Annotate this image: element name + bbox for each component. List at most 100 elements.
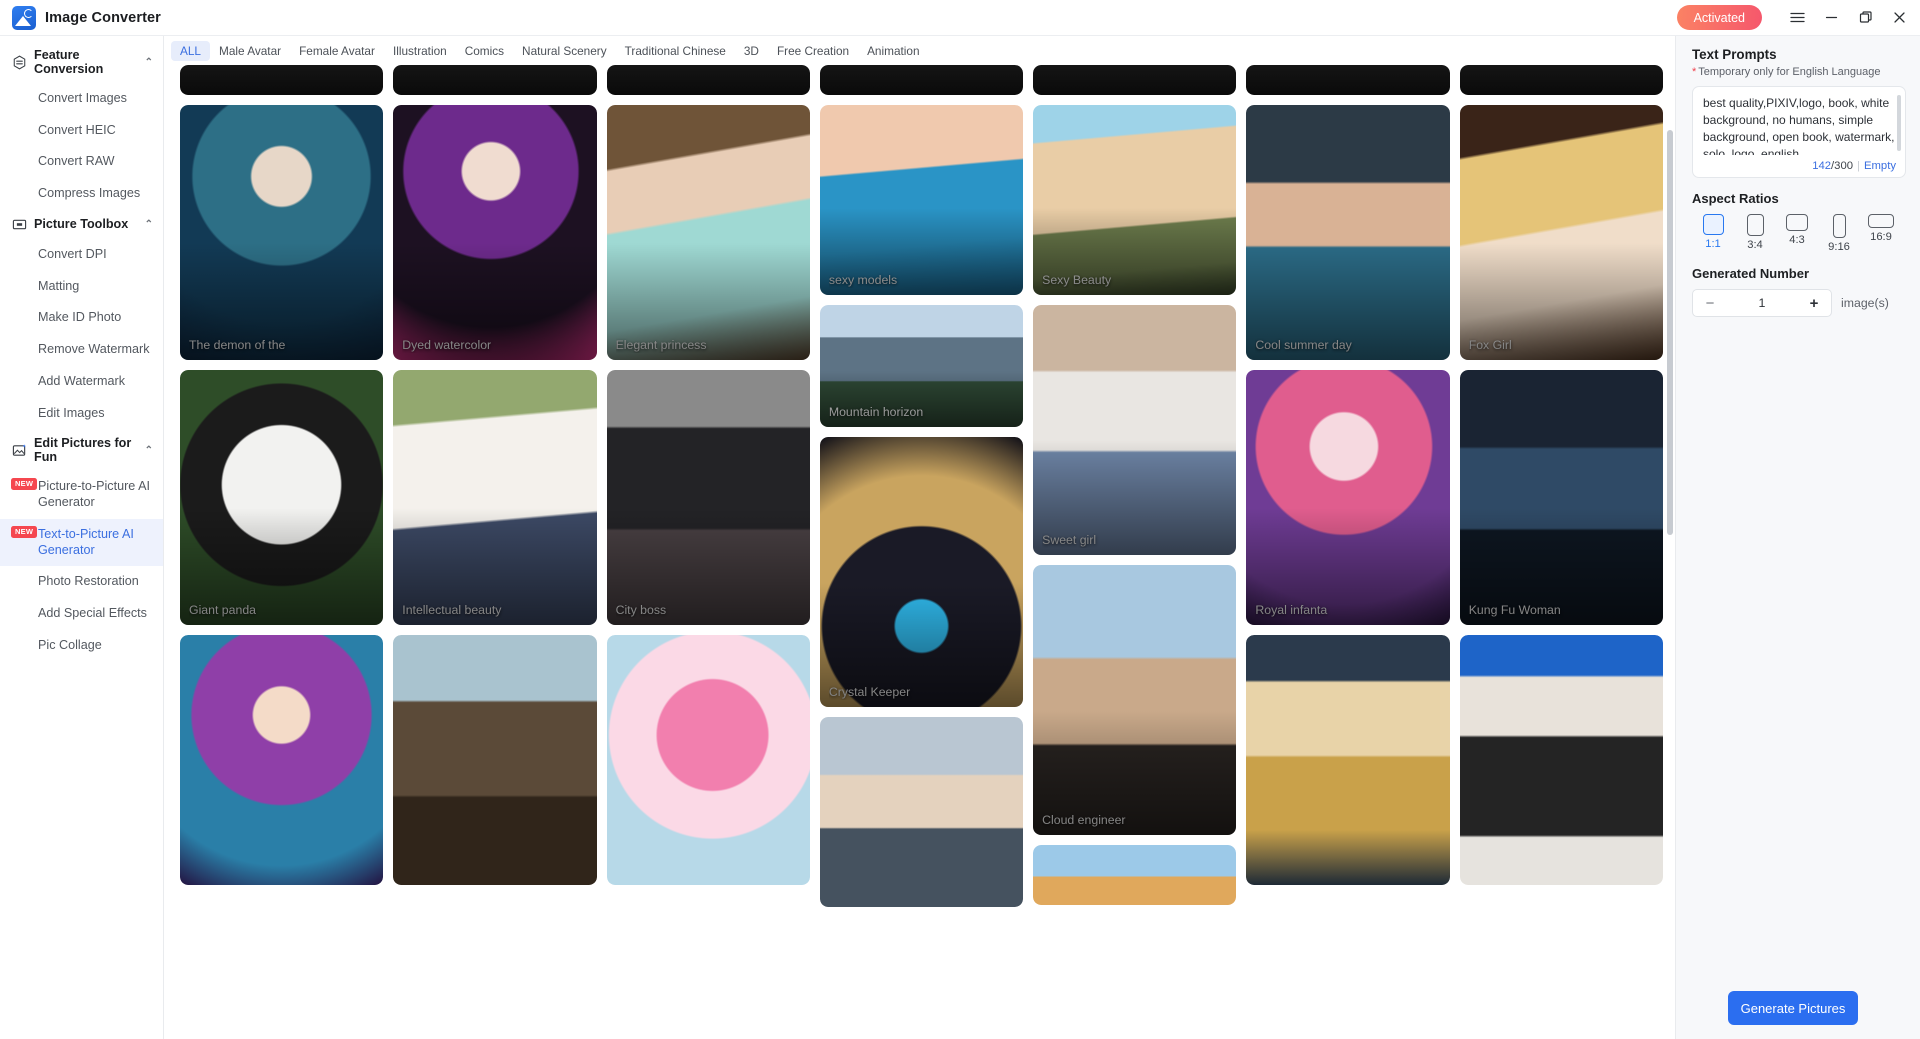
hamburger-menu-icon[interactable] (1780, 1, 1814, 35)
maximize-restore-icon[interactable] (1848, 1, 1882, 35)
gallery-card[interactable] (606, 635, 810, 885)
filter-chip-3d[interactable]: 3D (735, 41, 768, 61)
sidebar-item-convert-raw[interactable]: Convert RAW (0, 146, 163, 178)
gallery-card[interactable] (1459, 65, 1663, 95)
aspect-ratio-3-4[interactable]: 3:4 (1734, 214, 1776, 253)
gallery-thumbnail (180, 370, 384, 625)
gallery-card[interactable]: sexy models (819, 105, 1024, 295)
filter-chip-all[interactable]: ALL (171, 40, 210, 61)
gallery-thumbnail (606, 635, 810, 885)
minimize-icon[interactable] (1814, 1, 1848, 35)
filter-chip-natural-scenery[interactable]: Natural Scenery (513, 41, 616, 61)
sidebar-section-picture-toolbox[interactable]: Picture Toolbox ⌃ (0, 210, 163, 239)
ratio-label: 1:1 (1705, 238, 1721, 250)
increment-button[interactable]: + (1807, 295, 1821, 312)
filter-chip-female-avatar[interactable]: Female Avatar (290, 41, 384, 61)
sidebar-item-make-id-photo[interactable]: Make ID Photo (0, 302, 163, 334)
gallery-card[interactable]: Cool summer day (1246, 105, 1450, 360)
empty-prompt-button[interactable]: Empty (1864, 160, 1896, 172)
gallery-card[interactable] (180, 65, 384, 95)
gallery-card[interactable]: Dyed watercolor (393, 105, 597, 360)
prompt-textarea[interactable]: best quality,PIXIV,logo, book, white bac… (1692, 86, 1906, 178)
filter-chip-animation[interactable]: Animation (858, 41, 928, 61)
gallery-thumbnail (819, 105, 1024, 295)
gallery-card[interactable]: Cloud engineer (1033, 565, 1237, 835)
ratio-shape-icon (1868, 214, 1894, 228)
gallery-card[interactable] (1246, 635, 1450, 885)
gallery-card[interactable] (819, 717, 1024, 907)
language-note: * Temporary only for English Language (1692, 66, 1906, 78)
gallery-card[interactable]: Sweet girl (1033, 305, 1237, 555)
gallery-card-caption: Sexy Beauty (1042, 273, 1112, 288)
gallery-card[interactable]: City boss (606, 370, 810, 625)
sidebar-item-pic-collage[interactable]: Pic Collage (0, 630, 163, 662)
gallery-card[interactable]: Giant panda (180, 370, 384, 625)
sidebar-item-convert-dpi[interactable]: Convert DPI (0, 239, 163, 271)
aspect-ratio-1-1[interactable]: 1:1 (1692, 214, 1734, 253)
filter-chip-male-avatar[interactable]: Male Avatar (210, 41, 290, 61)
gallery-card[interactable]: Sexy Beauty (1033, 105, 1237, 295)
filter-chip-comics[interactable]: Comics (456, 41, 513, 61)
sidebar-section-edit-pictures-for-fun[interactable]: Edit Pictures for Fun ⌃ (0, 429, 163, 471)
gallery-card[interactable]: Crystal Keeper (819, 437, 1024, 707)
gallery-card[interactable] (393, 65, 597, 95)
sidebar-item-matting[interactable]: Matting (0, 271, 163, 303)
gallery-card[interactable]: Intellectual beauty (393, 370, 597, 625)
gallery-card[interactable]: Fox Girl (1459, 105, 1663, 360)
gallery-thumbnail (1033, 105, 1237, 295)
sidebar-item-label: Make ID Photo (38, 310, 122, 325)
gallery-card[interactable] (1033, 65, 1237, 95)
gallery-panel: ALL Male Avatar Female Avatar Illustration C… (164, 36, 1675, 1039)
gallery-card[interactable]: Royal infanta (1246, 370, 1450, 625)
gallery-thumbnail (606, 370, 810, 625)
gallery-card[interactable]: Elegant princess (606, 105, 810, 360)
gallery-card[interactable]: The demon of the (180, 105, 384, 360)
gallery-thumbnail (606, 65, 810, 95)
sidebar-item-convert-images[interactable]: Convert Images (0, 83, 163, 115)
gallery-card[interactable]: Mountain horizon (819, 305, 1024, 427)
sidebar-section-feature-conversion[interactable]: Feature Conversion ⌃ (0, 41, 163, 83)
aspect-ratio-4-3[interactable]: 4:3 (1776, 214, 1818, 253)
sidebar-item-label: Picture-to-Picture AI Generator (38, 479, 150, 510)
sidebar-item-edit-images[interactable]: Edit Images (0, 398, 163, 430)
gallery-card[interactable] (180, 635, 384, 885)
activated-badge[interactable]: Activated (1676, 5, 1762, 30)
gallery-card-caption: Crystal Keeper (828, 685, 911, 700)
gallery-scrollbar-thumb[interactable] (1667, 130, 1673, 535)
gallery-scrollbar[interactable] (1667, 94, 1673, 1039)
gallery-scroll-area[interactable]: The demon of the Giant panda Dyed watercol… (164, 65, 1675, 1039)
close-icon[interactable] (1882, 1, 1916, 35)
filter-chip-traditional-chinese[interactable]: Traditional Chinese (616, 41, 735, 61)
gallery-card[interactable] (1459, 635, 1663, 885)
gallery-card[interactable]: Kung Fu Woman (1459, 370, 1663, 625)
sidebar-item-picture-to-picture-ai-generator[interactable]: NEW Picture-to-Picture AI Generator (0, 471, 163, 518)
quantity-units-label: image(s) (1841, 296, 1889, 310)
aspect-ratio-9-16[interactable]: 9:16 (1818, 214, 1860, 253)
sidebar-item-compress-images[interactable]: Compress Images (0, 178, 163, 210)
gallery-card[interactable] (1246, 65, 1450, 95)
sidebar-item-remove-watermark[interactable]: Remove Watermark (0, 334, 163, 366)
filter-chip-illustration[interactable]: Illustration (384, 41, 456, 61)
decrement-button[interactable]: − (1703, 295, 1717, 312)
aspect-ratio-16-9[interactable]: 16:9 (1860, 214, 1902, 253)
gallery-card[interactable] (606, 65, 810, 95)
sidebar-item-add-special-effects[interactable]: Add Special Effects (0, 598, 163, 630)
generate-pictures-button[interactable]: Generate Pictures (1728, 991, 1858, 1025)
gallery-card-caption: Mountain horizon (828, 405, 924, 420)
prompt-footer: 142 /300 | Empty (1812, 160, 1896, 172)
gallery-thumbnail (606, 105, 810, 360)
gallery-card[interactable] (819, 65, 1024, 95)
sidebar-item-text-to-picture-ai-generator[interactable]: NEW Text-to-Picture AI Generator (0, 518, 163, 567)
gallery-thumbnail (1033, 565, 1237, 835)
sidebar-item-label: Pic Collage (38, 637, 102, 652)
sidebar-item-convert-heic[interactable]: Convert HEIC (0, 115, 163, 147)
quantity-stepper[interactable]: − 1 + (1692, 289, 1832, 317)
sidebar-item-add-watermark[interactable]: Add Watermark (0, 366, 163, 398)
filter-chip-free-creation[interactable]: Free Creation (768, 41, 858, 61)
sidebar-item-photo-restoration[interactable]: Photo Restoration (0, 566, 163, 598)
ratio-shape-icon (1746, 214, 1764, 236)
gallery-card[interactable] (393, 635, 597, 885)
ratio-shape-icon (1786, 214, 1808, 231)
prompt-scrollbar-thumb[interactable] (1897, 95, 1901, 151)
gallery-card[interactable] (1033, 845, 1237, 905)
